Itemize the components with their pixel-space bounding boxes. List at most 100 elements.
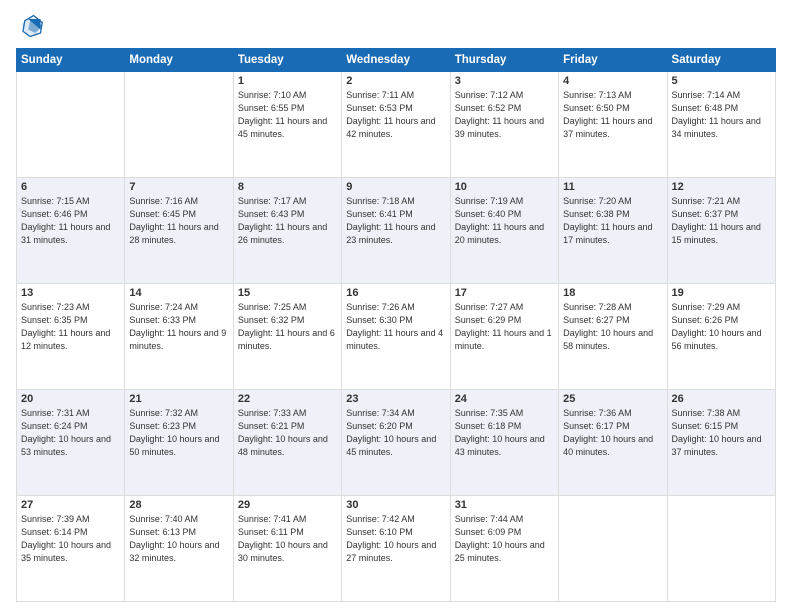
logo: [16, 12, 48, 40]
day-number: 25: [563, 393, 662, 405]
day-cell: 14 Sunrise: 7:24 AM Sunset: 6:33 PM Dayli…: [125, 284, 233, 390]
day-cell: 2 Sunrise: 7:11 AM Sunset: 6:53 PM Daylig…: [342, 72, 450, 178]
day-cell: [17, 72, 125, 178]
day-info: Sunrise: 7:15 AM Sunset: 6:46 PM Dayligh…: [21, 195, 120, 247]
day-cell: 10 Sunrise: 7:19 AM Sunset: 6:40 PM Dayli…: [450, 178, 558, 284]
day-cell: 1Sunrise: 7:10 AM Sunset: 6:55 PM Daylig…: [233, 72, 341, 178]
day-cell: 6 Sunrise: 7:15 AM Sunset: 6:46 PM Daylig…: [17, 178, 125, 284]
day-number: 14: [129, 287, 228, 299]
day-cell: 16Sunrise: 7:26 AM Sunset: 6:30 PM Dayli…: [342, 284, 450, 390]
day-cell: 19 Sunrise: 7:29 AM Sunset: 6:26 PM Dayli…: [667, 284, 775, 390]
header: [16, 12, 776, 40]
day-number: 26: [672, 393, 771, 405]
day-info: Sunrise: 7:11 AM Sunset: 6:53 PM Dayligh…: [346, 89, 445, 141]
col-header-saturday: Saturday: [667, 49, 775, 72]
day-info: Sunrise: 7:25 AM Sunset: 6:32 PM Dayligh…: [238, 301, 337, 353]
day-info: Sunrise: 7:34 AM Sunset: 6:20 PM Dayligh…: [346, 407, 445, 459]
day-cell: 24 Sunrise: 7:35 AM Sunset: 6:18 PM Dayli…: [450, 390, 558, 496]
day-number: 20: [21, 393, 120, 405]
day-number: 19: [672, 287, 771, 299]
day-cell: [559, 496, 667, 602]
day-info: Sunrise: 7:40 AM Sunset: 6:13 PM Dayligh…: [129, 513, 228, 565]
day-cell: 12 Sunrise: 7:21 AM Sunset: 6:37 PM Dayli…: [667, 178, 775, 284]
day-number: 30: [346, 499, 445, 511]
day-number: 11: [563, 181, 662, 193]
day-info: Sunrise: 7:18 AM Sunset: 6:41 PM Dayligh…: [346, 195, 445, 247]
day-number: 21: [129, 393, 228, 405]
col-header-wednesday: Wednesday: [342, 49, 450, 72]
day-number: 22: [238, 393, 337, 405]
day-number: 12: [672, 181, 771, 193]
day-info: Sunrise: 7:31 AM Sunset: 6:24 PM Dayligh…: [21, 407, 120, 459]
day-number: 8: [238, 181, 337, 193]
day-number: 27: [21, 499, 120, 511]
day-info: Sunrise: 7:24 AM Sunset: 6:33 PM Dayligh…: [129, 301, 228, 353]
day-number: 6: [21, 181, 120, 193]
day-cell: 25 Sunrise: 7:36 AM Sunset: 6:17 PM Dayli…: [559, 390, 667, 496]
day-info: Sunrise: 7:41 AM Sunset: 6:11 PM Dayligh…: [238, 513, 337, 565]
day-number: 18: [563, 287, 662, 299]
day-cell: 15 Sunrise: 7:25 AM Sunset: 6:32 PM Dayli…: [233, 284, 341, 390]
calendar: SundayMondayTuesdayWednesdayThursdayFrid…: [16, 48, 776, 602]
day-info: Sunrise: 7:17 AM Sunset: 6:43 PM Dayligh…: [238, 195, 337, 247]
col-header-monday: Monday: [125, 49, 233, 72]
day-cell: 31 Sunrise: 7:44 AM Sunset: 6:09 PM Dayli…: [450, 496, 558, 602]
day-cell: 13Sunrise: 7:23 AM Sunset: 6:35 PM Dayli…: [17, 284, 125, 390]
day-cell: 8 Sunrise: 7:17 AM Sunset: 6:43 PM Daylig…: [233, 178, 341, 284]
week-row-0: 1Sunrise: 7:10 AM Sunset: 6:55 PM Daylig…: [17, 72, 776, 178]
week-row-2: 13Sunrise: 7:23 AM Sunset: 6:35 PM Dayli…: [17, 284, 776, 390]
day-info: Sunrise: 7:14 AM Sunset: 6:48 PM Dayligh…: [672, 89, 771, 141]
day-info: Sunrise: 7:19 AM Sunset: 6:40 PM Dayligh…: [455, 195, 554, 247]
day-number: 2: [346, 75, 445, 87]
week-row-4: 27Sunrise: 7:39 AM Sunset: 6:14 PM Dayli…: [17, 496, 776, 602]
day-cell: 4 Sunrise: 7:13 AM Sunset: 6:50 PM Daylig…: [559, 72, 667, 178]
day-number: 29: [238, 499, 337, 511]
day-info: Sunrise: 7:42 AM Sunset: 6:10 PM Dayligh…: [346, 513, 445, 565]
day-info: Sunrise: 7:12 AM Sunset: 6:52 PM Dayligh…: [455, 89, 554, 141]
day-number: 31: [455, 499, 554, 511]
day-info: Sunrise: 7:23 AM Sunset: 6:35 PM Dayligh…: [21, 301, 120, 353]
day-cell: 23 Sunrise: 7:34 AM Sunset: 6:20 PM Dayli…: [342, 390, 450, 496]
day-cell: 21Sunrise: 7:32 AM Sunset: 6:23 PM Dayli…: [125, 390, 233, 496]
day-number: 1: [238, 75, 337, 87]
day-cell: 26 Sunrise: 7:38 AM Sunset: 6:15 PM Dayli…: [667, 390, 775, 496]
day-cell: [667, 496, 775, 602]
day-cell: 5 Sunrise: 7:14 AM Sunset: 6:48 PM Daylig…: [667, 72, 775, 178]
col-header-thursday: Thursday: [450, 49, 558, 72]
day-info: Sunrise: 7:21 AM Sunset: 6:37 PM Dayligh…: [672, 195, 771, 247]
day-cell: 18 Sunrise: 7:28 AM Sunset: 6:27 PM Dayli…: [559, 284, 667, 390]
day-info: Sunrise: 7:29 AM Sunset: 6:26 PM Dayligh…: [672, 301, 771, 353]
day-cell: 7 Sunrise: 7:16 AM Sunset: 6:45 PM Daylig…: [125, 178, 233, 284]
week-row-1: 6 Sunrise: 7:15 AM Sunset: 6:46 PM Daylig…: [17, 178, 776, 284]
day-number: 4: [563, 75, 662, 87]
day-info: Sunrise: 7:44 AM Sunset: 6:09 PM Dayligh…: [455, 513, 554, 565]
calendar-header-row: SundayMondayTuesdayWednesdayThursdayFrid…: [17, 49, 776, 72]
day-info: Sunrise: 7:26 AM Sunset: 6:30 PM Dayligh…: [346, 301, 445, 353]
day-number: 17: [455, 287, 554, 299]
day-info: Sunrise: 7:35 AM Sunset: 6:18 PM Dayligh…: [455, 407, 554, 459]
day-cell: 17 Sunrise: 7:27 AM Sunset: 6:29 PM Dayli…: [450, 284, 558, 390]
col-header-tuesday: Tuesday: [233, 49, 341, 72]
day-number: 7: [129, 181, 228, 193]
day-cell: 9Sunrise: 7:18 AM Sunset: 6:41 PM Daylig…: [342, 178, 450, 284]
day-info: Sunrise: 7:36 AM Sunset: 6:17 PM Dayligh…: [563, 407, 662, 459]
day-cell: 29 Sunrise: 7:41 AM Sunset: 6:11 PM Dayli…: [233, 496, 341, 602]
day-info: Sunrise: 7:13 AM Sunset: 6:50 PM Dayligh…: [563, 89, 662, 141]
day-cell: 11 Sunrise: 7:20 AM Sunset: 6:38 PM Dayli…: [559, 178, 667, 284]
day-info: Sunrise: 7:20 AM Sunset: 6:38 PM Dayligh…: [563, 195, 662, 247]
day-info: Sunrise: 7:38 AM Sunset: 6:15 PM Dayligh…: [672, 407, 771, 459]
week-row-3: 20 Sunrise: 7:31 AM Sunset: 6:24 PM Dayli…: [17, 390, 776, 496]
logo-icon: [16, 12, 44, 40]
day-number: 24: [455, 393, 554, 405]
day-number: 15: [238, 287, 337, 299]
day-info: Sunrise: 7:16 AM Sunset: 6:45 PM Dayligh…: [129, 195, 228, 247]
day-number: 3: [455, 75, 554, 87]
day-info: Sunrise: 7:28 AM Sunset: 6:27 PM Dayligh…: [563, 301, 662, 353]
day-info: Sunrise: 7:27 AM Sunset: 6:29 PM Dayligh…: [455, 301, 554, 353]
day-number: 10: [455, 181, 554, 193]
col-header-friday: Friday: [559, 49, 667, 72]
day-number: 5: [672, 75, 771, 87]
day-cell: 28Sunrise: 7:40 AM Sunset: 6:13 PM Dayli…: [125, 496, 233, 602]
day-info: Sunrise: 7:33 AM Sunset: 6:21 PM Dayligh…: [238, 407, 337, 459]
day-number: 23: [346, 393, 445, 405]
